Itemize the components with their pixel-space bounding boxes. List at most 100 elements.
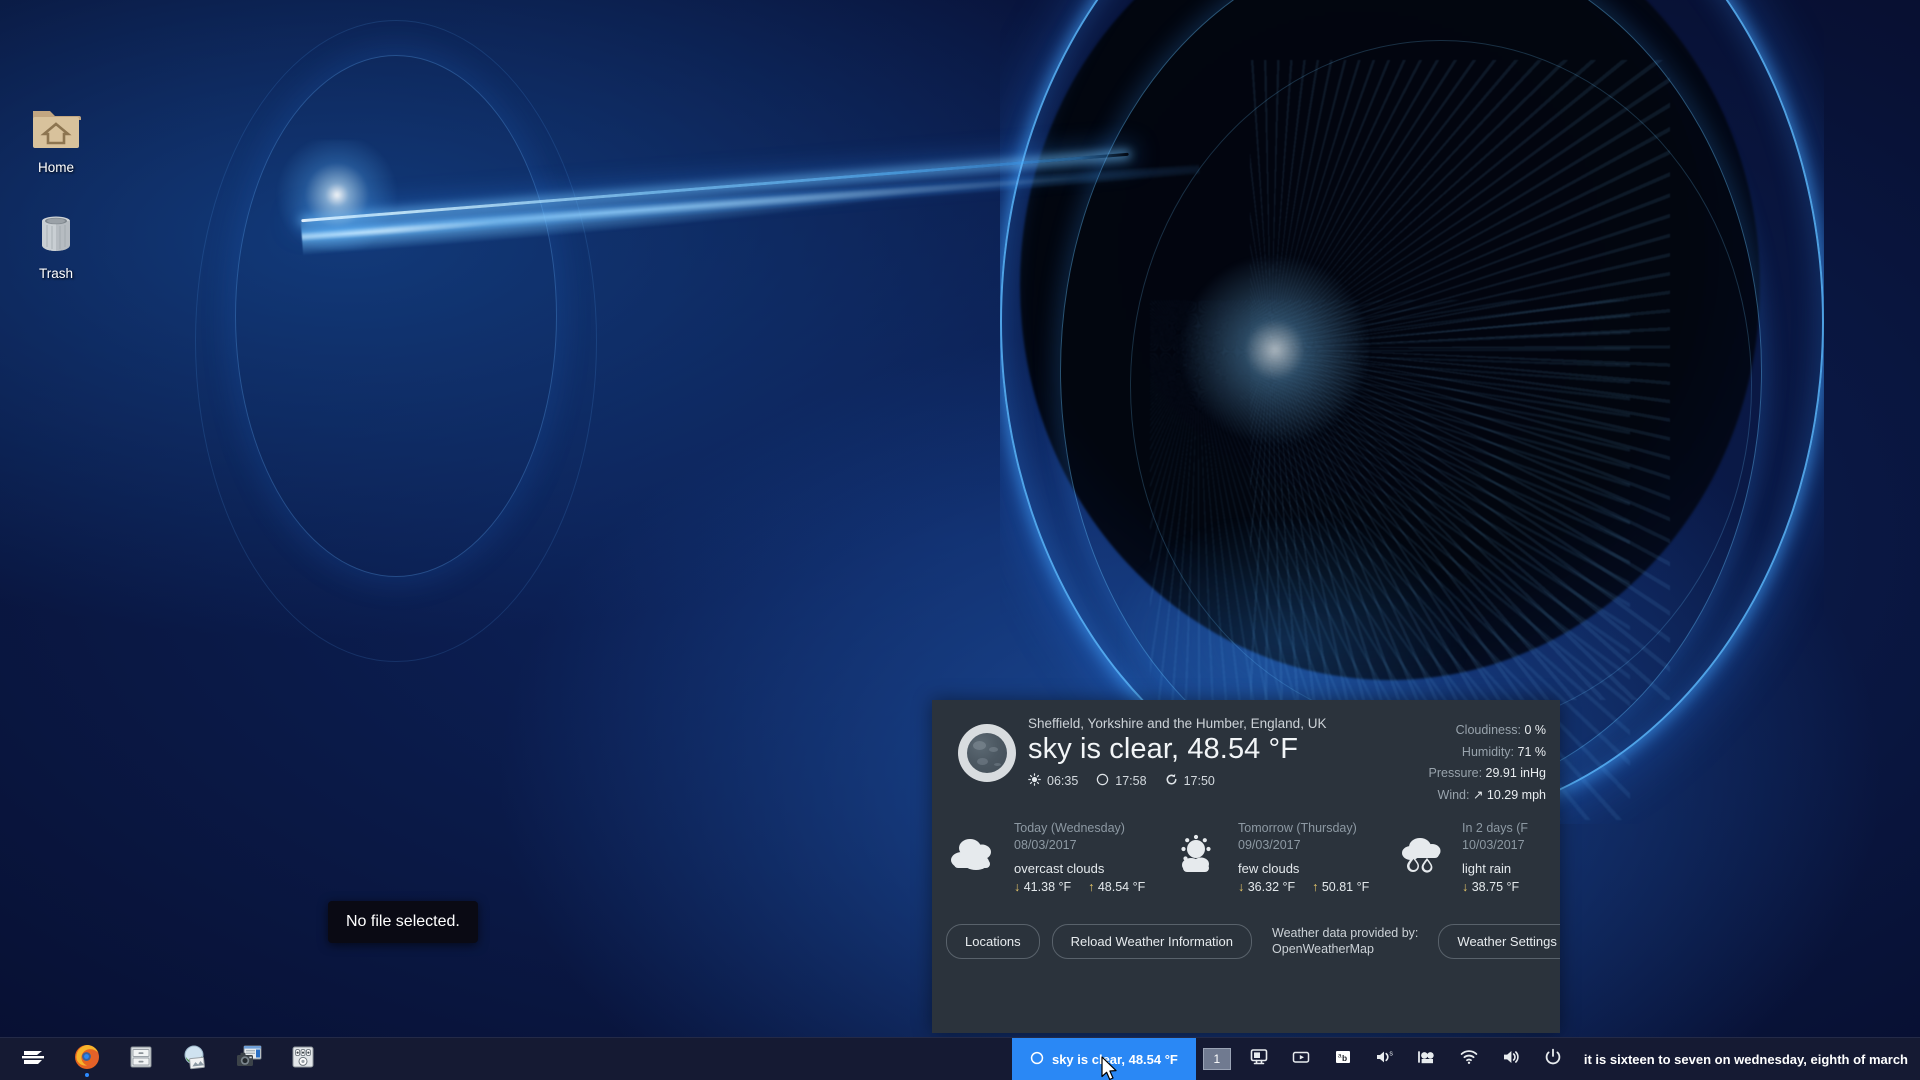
forecast-day: Today (Wednesday) [1014,820,1145,837]
wallpaper-flare-left [272,140,402,250]
launcher-file-manager[interactable] [114,1039,168,1079]
stat-label: Pressure: [1429,766,1483,780]
launcher-screenshot[interactable] [222,1039,276,1079]
tray-volume[interactable] [1490,1038,1532,1080]
tray-media-player[interactable] [1280,1038,1322,1080]
stat-value: 10.29 mph [1487,788,1546,802]
launcher-image-viewer[interactable] [168,1039,222,1079]
forecast-date: 08/03/2017 [1014,837,1145,854]
play-box-icon [1291,1047,1311,1072]
refresh-icon [1165,773,1178,789]
clock-text: it is sixteen to seven on wednesday, eig… [1574,1052,1920,1067]
zorin-logo-icon [20,1044,46,1075]
updated-value: 17:50 [1184,774,1215,788]
forecast-desc: overcast clouds [1014,861,1145,876]
image-viewer-icon [181,1044,209,1075]
camera-screenshot-icon [235,1044,263,1075]
tray-keyboard-layout[interactable]: a b [1322,1038,1364,1080]
weather-stats: Cloudiness: 0 % Humidity: 71 % Pressure:… [1415,720,1546,806]
tray-speech-dispatcher[interactable]: s [1364,1038,1406,1080]
forecast-desc: few clouds [1238,861,1369,876]
overcast-clouds-icon [946,818,1006,879]
temp-low-arrow-icon: ↓ [1014,880,1020,894]
moon-phase-icon [1096,773,1109,789]
taskbar-window-button-weather[interactable]: sky is clear, 48.54 °F [1012,1038,1196,1080]
moon-icon [958,724,1016,782]
forecast-card: Today (Wednesday) 08/03/2017 overcast cl… [946,818,1170,894]
weather-settings-button[interactable]: Weather Settings [1438,924,1560,959]
updated-time: 17:50 [1165,773,1215,789]
sunset-time: 17:58 [1096,773,1146,789]
tray-screen-recorder[interactable] [1406,1038,1448,1080]
forecast-temps: ↓ 41.38 °F ↑ 48.54 °F [1014,880,1145,894]
stat-label: Wind: [1438,788,1470,802]
weather-circle-icon [1030,1051,1044,1068]
workspace-indicator[interactable]: 1 [1203,1048,1231,1070]
sun-icon [1028,773,1041,789]
taskbar[interactable]: sky is clear, 48.54 °F 1 [0,1037,1920,1080]
tray-workspace-switcher[interactable]: 1 [1196,1038,1238,1080]
launcher-firefox[interactable] [60,1039,114,1079]
forecast-high: 50.81 °F [1322,880,1369,894]
stat-label: Humidity: [1462,745,1514,759]
running-indicator [85,1073,89,1077]
sunrise-time: 06:35 [1028,773,1078,789]
forecast-day: In 2 days (F [1462,820,1528,837]
weather-credit-line2: OpenWeatherMap [1272,941,1418,957]
desktop-icon-label: Trash [8,267,104,282]
stat-value: 29.91 inHg [1486,766,1546,780]
stat-value: 0 % [1524,723,1546,737]
forecast-low: 36.32 °F [1248,880,1295,894]
firefox-icon [73,1043,101,1076]
forecast-low: 38.75 °F [1472,880,1519,894]
weather-credit: Weather data provided by: OpenWeatherMap [1272,925,1418,958]
forecast-high: 48.54 °F [1098,880,1145,894]
forecast-low: 41.38 °F [1024,880,1071,894]
forecast-temps: ↓ 38.75 °F [1462,880,1528,894]
taskbar-window-label: sky is clear, 48.54 °F [1052,1052,1178,1067]
tray-network[interactable] [1448,1038,1490,1080]
tray-display-settings[interactable] [1238,1038,1280,1080]
weather-panel[interactable]: Sheffield, Yorkshire and the Humber, Eng… [932,700,1560,1033]
launcher-audio-mixer[interactable] [276,1039,330,1079]
wallpaper-flare-right [1180,250,1370,450]
desktop-icon-label: Home [8,161,104,176]
forecast-temps: ↓ 36.32 °F ↑ 50.81 °F [1238,880,1369,894]
file-cabinet-icon [128,1044,154,1075]
weather-forecast-list[interactable]: Today (Wednesday) 08/03/2017 overcast cl… [932,818,1560,894]
sunrise-value: 06:35 [1047,774,1078,788]
weather-times-row: 06:35 17:58 [1028,773,1415,789]
desktop-icon-trash[interactable]: Trash [8,210,104,282]
ab-language-icon: a b [1333,1047,1353,1072]
few-clouds-icon [1170,818,1230,879]
locations-button[interactable]: Locations [946,924,1040,959]
folder-home-icon [8,104,104,156]
speaker-s-icon: s [1374,1047,1396,1072]
volume-icon [1501,1047,1521,1072]
stat-label: Cloudiness: [1456,723,1521,737]
wind-arrow-icon: ↗ [1473,788,1483,802]
reload-weather-button[interactable]: Reload Weather Information [1052,924,1252,959]
stat-wind: Wind: ↗ 10.29 mph [1429,785,1546,807]
forecast-card: Tomorrow (Thursday) 09/03/2017 few cloud… [1170,818,1394,894]
system-tray: 1 [1196,1038,1574,1080]
forecast-day: Tomorrow (Thursday) [1238,820,1369,837]
launcher-zorin-menu[interactable] [6,1039,60,1079]
temp-high-arrow-icon: ↑ [1312,880,1318,894]
desktop[interactable]: Home Trash No file selected. Sheffield, … [0,0,1920,1080]
weather-headline: sky is clear, 48.54 °F [1028,732,1415,766]
weather-credit-line1: Weather data provided by: [1272,925,1418,941]
power-icon [1543,1047,1563,1072]
audio-mixer-icon [290,1044,316,1075]
weather-current-main: Sheffield, Yorkshire and the Humber, Eng… [1028,716,1415,789]
weather-actions: Locations Reload Weather Information Wea… [932,912,1560,959]
forecast-date: 09/03/2017 [1238,837,1369,854]
desktop-icon-home[interactable]: Home [8,104,104,176]
taskbar-launchers [0,1039,330,1079]
trash-can-icon [8,210,104,262]
weather-location: Sheffield, Yorkshire and the Humber, Eng… [1028,716,1415,731]
tray-power[interactable] [1532,1038,1574,1080]
wifi-icon [1459,1047,1479,1072]
svg-text:b: b [1342,1053,1347,1063]
weather-current-section: Sheffield, Yorkshire and the Humber, Eng… [932,700,1560,814]
